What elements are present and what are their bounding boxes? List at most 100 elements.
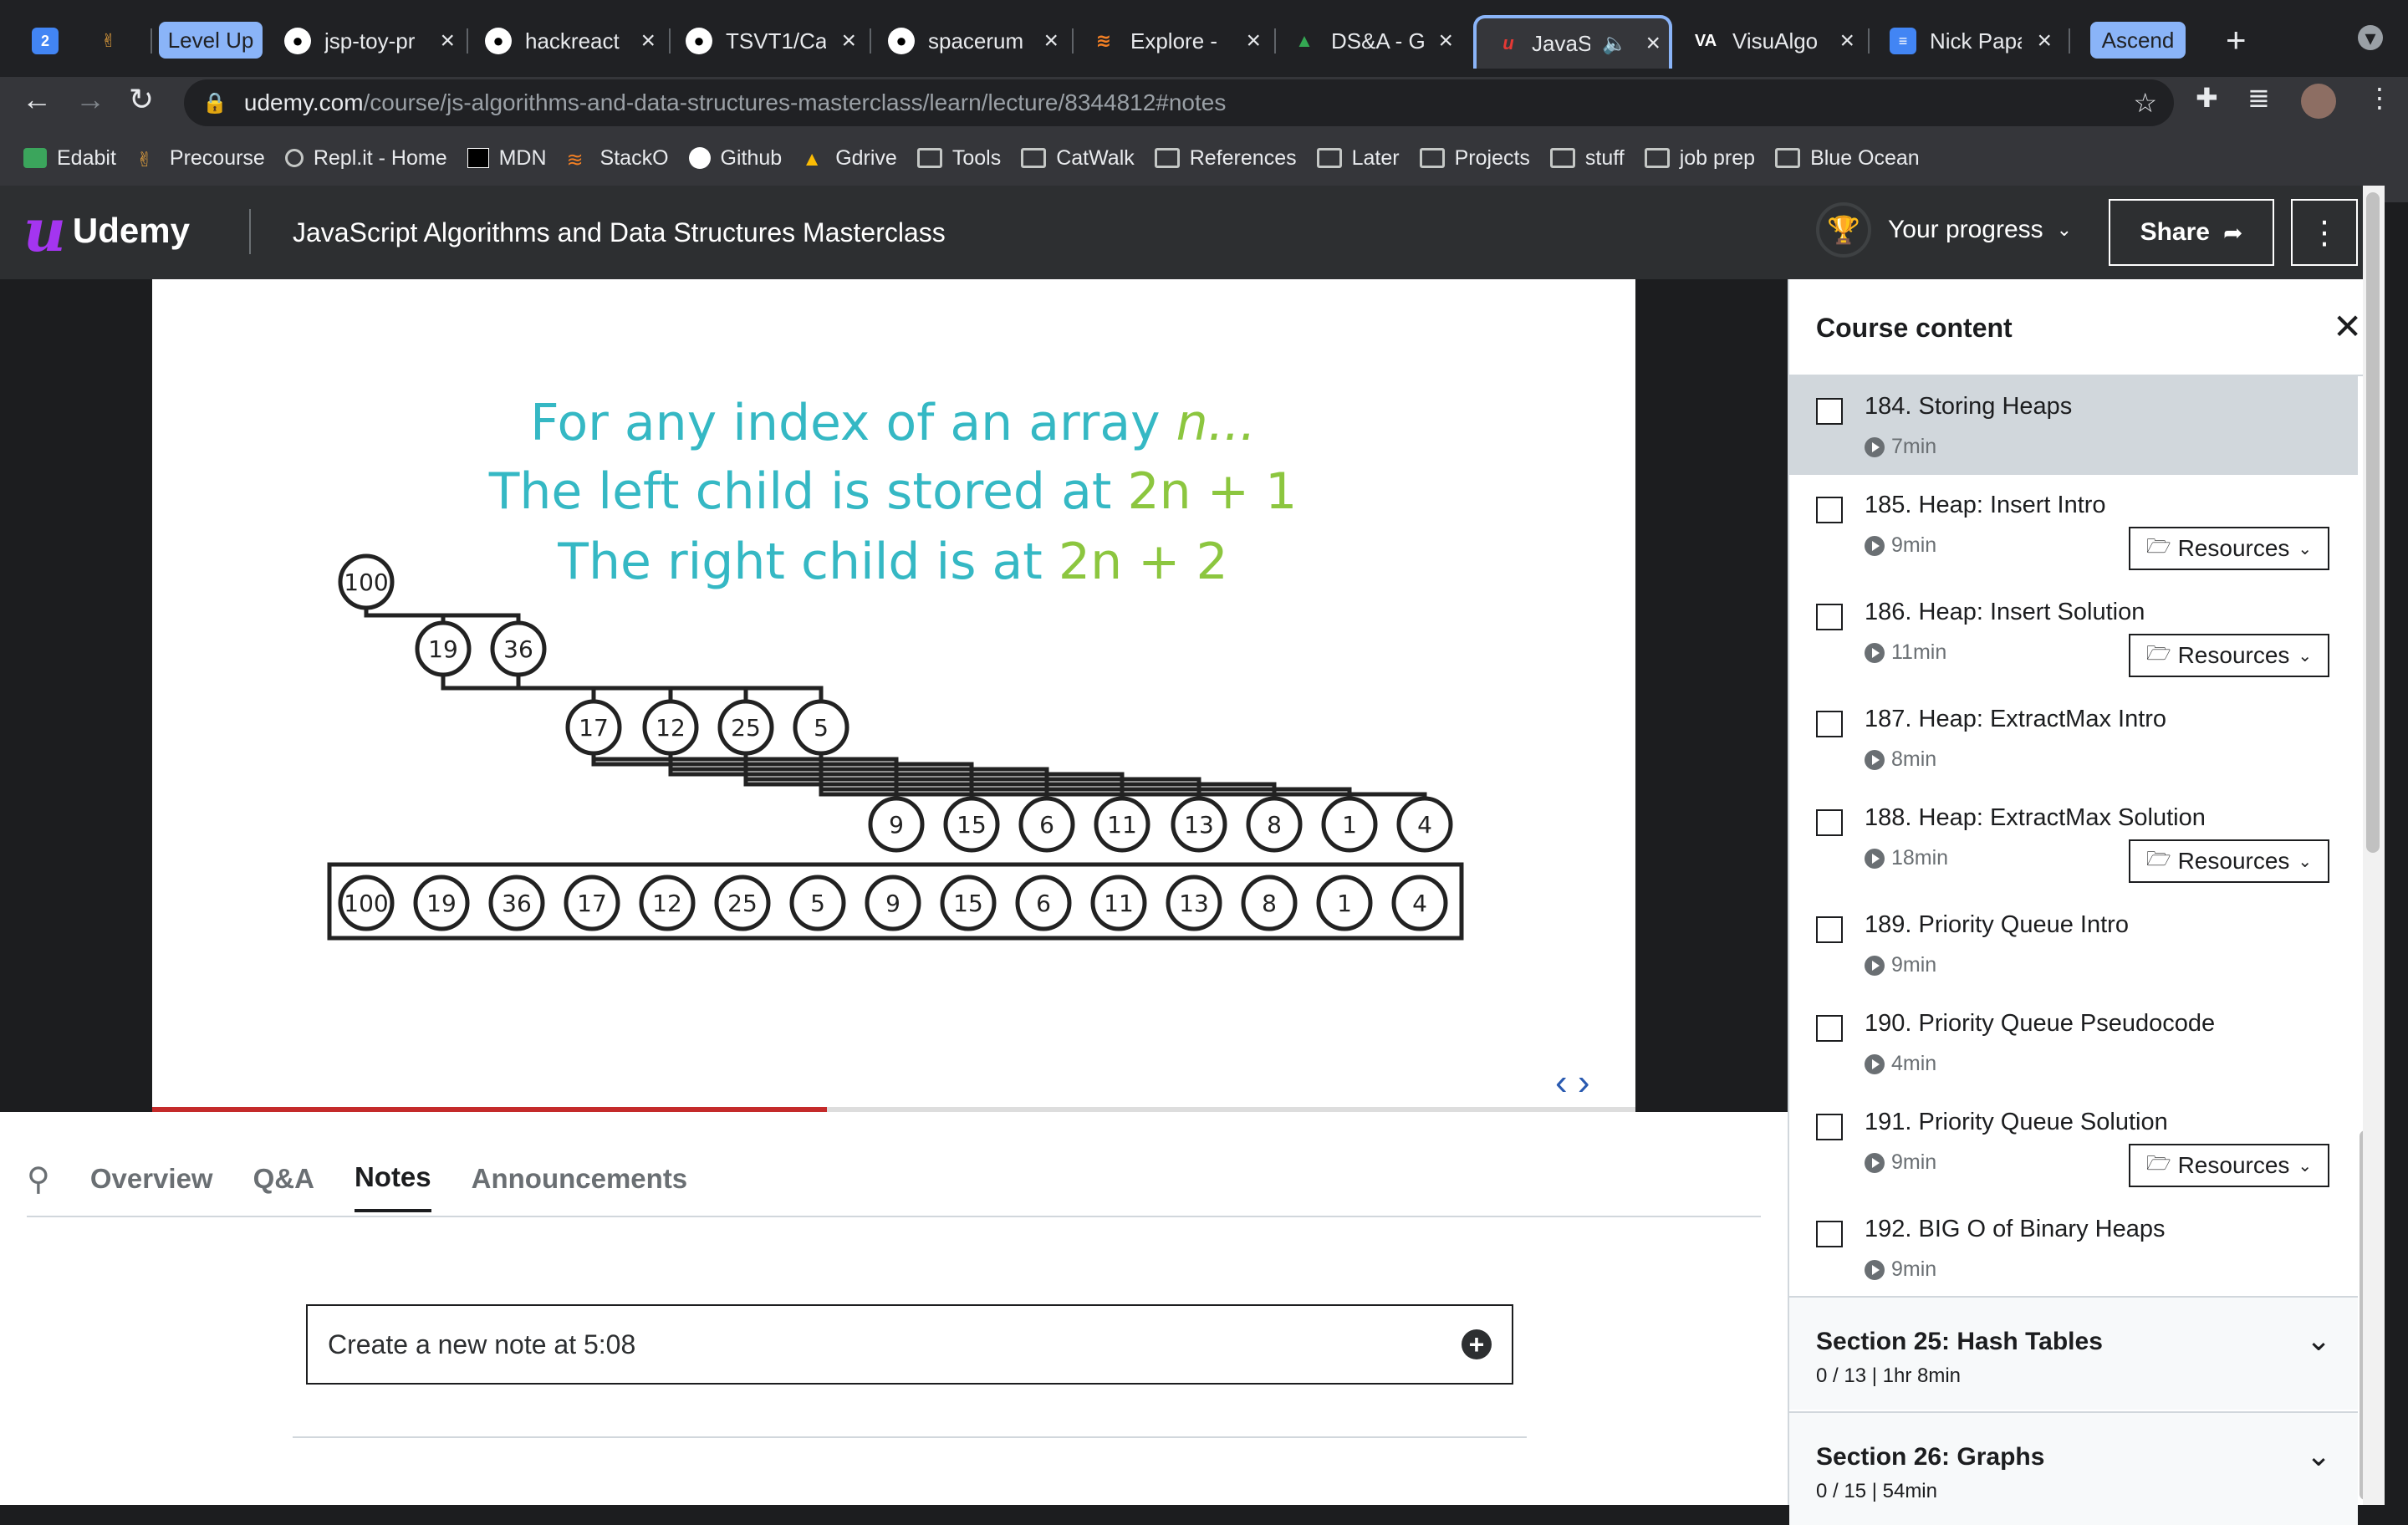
bookmark-github[interactable]: Github xyxy=(688,146,782,171)
add-note-plus-icon[interactable]: + xyxy=(1462,1329,1492,1359)
tab-nick-papa[interactable]: ≡ Nick Papa × xyxy=(1890,15,2057,67)
lesson-item[interactable]: 188. Heap: ExtractMax Solution 18min 🗁 Reso… xyxy=(1789,788,2358,886)
share-button[interactable]: Share ➦ xyxy=(2109,199,2274,266)
tab-calendar[interactable]: 2 xyxy=(32,15,65,67)
bookmark-stacko[interactable]: ≋ StackO xyxy=(567,146,669,172)
tab-visualgo[interactable]: VA VisuAlgo × xyxy=(1692,15,1860,67)
tab-spacerum[interactable]: ● spacerum × xyxy=(888,15,1064,67)
lesson-item[interactable]: 190. Priority Queue Pseudocode 4min xyxy=(1789,993,2358,1092)
tab-group-ascend[interactable]: Ascend xyxy=(2090,22,2186,59)
replit-icon xyxy=(284,149,304,167)
tab-pinned-2[interactable]: ✌ xyxy=(95,15,129,67)
profile-avatar[interactable] xyxy=(2301,84,2336,119)
lesson-item[interactable]: 192. BIG O of Binary Heaps 9min xyxy=(1789,1199,2358,1298)
tab-group-level-up[interactable]: Level Up xyxy=(159,22,263,59)
media-queue-icon[interactable]: ≣ xyxy=(2247,82,2270,114)
search-icon[interactable]: ⚲ xyxy=(27,1145,50,1212)
bookmark-folder-later[interactable]: Later xyxy=(1316,146,1400,171)
play-circle-icon xyxy=(1865,642,1885,663)
tree-node-value: 100 xyxy=(344,569,388,596)
speaker-icon[interactable]: 🔈 xyxy=(1602,32,1627,56)
lesson-checkbox[interactable] xyxy=(1816,398,1843,425)
lesson-item[interactable]: 186. Heap: Insert Solution 11min 🗁 Resource… xyxy=(1789,582,2358,681)
section-meta: 0 / 13 | 1hr 8min xyxy=(1816,1364,1961,1387)
tab-jsp-toy[interactable]: ● jsp-toy-pr × xyxy=(284,15,460,67)
lock-icon: 🔒 xyxy=(202,91,227,115)
tab-hackreact[interactable]: ● hackreact × xyxy=(485,15,661,67)
section-hash-tables[interactable]: Section 25: Hash Tables 0 / 13 | 1hr 8mi… xyxy=(1789,1296,2358,1410)
resources-button[interactable]: 🗁 Resources ⌄ xyxy=(2129,1144,2329,1187)
new-tab-plus-icon[interactable]: + xyxy=(2226,20,2247,60)
lesson-item[interactable]: 187. Heap: ExtractMax Intro 8min xyxy=(1789,689,2358,788)
slide-prev-next-icon[interactable]: ‹ › xyxy=(1555,1062,1590,1104)
address-bar[interactable]: 🔒 udemy.com/course/js-algorithms-and-dat… xyxy=(184,79,2174,126)
bookmark-folder-projects[interactable]: Projects xyxy=(1419,146,1530,171)
tab-javascript-active[interactable]: u JavaS 🔈 × xyxy=(1473,15,1672,69)
close-icon[interactable]: ✕ xyxy=(2333,306,2362,347)
tab-announcements[interactable]: Announcements xyxy=(472,1145,688,1212)
bookmark-edabit[interactable]: Edabit xyxy=(23,146,116,171)
resources-button[interactable]: 🗁 Resources ⌄ xyxy=(2129,634,2329,677)
bookmark-precourse[interactable]: ✌ Precourse xyxy=(136,146,265,172)
tab-tsvt1[interactable]: ● TSVT1/Ca × xyxy=(686,15,861,67)
lesson-checkbox[interactable] xyxy=(1816,916,1843,943)
udemy-logo[interactable]: u Udemy xyxy=(23,201,190,260)
bookmark-star-icon[interactable]: ☆ xyxy=(2133,87,2157,119)
tab-notes[interactable]: Notes xyxy=(354,1145,431,1212)
bookmark-folder-stuff[interactable]: stuff xyxy=(1549,146,1625,171)
course-title[interactable]: JavaScript Algorithms and Data Structure… xyxy=(293,217,946,248)
resources-button[interactable]: 🗁 Resources ⌄ xyxy=(2129,527,2329,570)
forward-arrow-icon[interactable]: → xyxy=(75,82,105,117)
resources-label: Resources xyxy=(2177,642,2290,668)
lesson-checkbox[interactable] xyxy=(1816,809,1843,836)
lesson-item[interactable]: 184. Storing Heaps 7min xyxy=(1789,376,2358,475)
resources-button[interactable]: 🗁 Resources ⌄ xyxy=(2129,839,2329,883)
more-options-icon[interactable]: ⋮ xyxy=(2291,199,2358,266)
bookmark-folder-tools[interactable]: Tools xyxy=(916,145,1002,171)
bookmark-folder-references[interactable]: References xyxy=(1154,146,1297,171)
lesson-checkbox[interactable] xyxy=(1816,497,1843,523)
close-tab-icon[interactable]: × xyxy=(2037,27,2052,55)
back-arrow-icon[interactable]: ← xyxy=(22,82,52,117)
close-tab-icon[interactable]: × xyxy=(1043,27,1059,55)
video-player[interactable]: For any index of an array n... The left … xyxy=(0,279,1788,1112)
bookmark-mdn[interactable]: MDN xyxy=(467,146,547,171)
tab-overview[interactable]: Overview xyxy=(90,1145,213,1212)
create-note-input[interactable]: Create a new note at 5:08 + xyxy=(306,1304,1513,1385)
bookmark-replit[interactable]: Repl.it - Home xyxy=(284,146,447,171)
bookmark-folder-blue-ocean[interactable]: Blue Ocean xyxy=(1775,146,1920,171)
reload-icon[interactable]: ↻ xyxy=(129,82,154,117)
lesson-checkbox[interactable] xyxy=(1816,1114,1843,1140)
tab-explore[interactable]: ≋ Explore - × xyxy=(1090,15,1266,67)
your-progress-button[interactable]: 🏆 Your progress ⌄ xyxy=(1816,202,2072,258)
section-graphs[interactable]: Section 26: Graphs 0 / 15 | 54min ⌄ xyxy=(1789,1411,2358,1525)
lesson-checkbox[interactable] xyxy=(1816,711,1843,737)
page-scrollbar-thumb[interactable] xyxy=(2366,192,2380,853)
close-tab-icon[interactable]: × xyxy=(1246,27,1261,55)
lesson-checkbox[interactable] xyxy=(1816,604,1843,630)
lesson-item[interactable]: 189. Priority Queue Intro 9min xyxy=(1789,895,2358,993)
extensions-puzzle-icon[interactable]: ✚ xyxy=(2196,82,2218,114)
tab-dsa-drive[interactable]: ▲ DS&A - G × xyxy=(1291,15,1458,67)
close-tab-icon[interactable]: × xyxy=(440,27,455,55)
bookmark-label: MDN xyxy=(498,145,547,170)
bookmark-folder-job-prep[interactable]: job prep xyxy=(1644,146,1755,171)
close-tab-icon[interactable]: × xyxy=(640,27,656,55)
lesson-checkbox[interactable] xyxy=(1816,1221,1843,1247)
play-circle-icon xyxy=(1865,535,1885,556)
bookmark-label: Tools xyxy=(951,145,1002,170)
tree-node: 4 xyxy=(1396,796,1453,853)
bookmark-folder-catwalk[interactable]: CatWalk xyxy=(1021,146,1135,171)
close-tab-icon[interactable]: × xyxy=(1645,29,1661,58)
play-circle-icon xyxy=(1865,955,1885,976)
tab-search-chevron-icon[interactable]: ▾ xyxy=(2358,25,2383,50)
lesson-item[interactable]: 191. Priority Queue Solution 9min 🗁 Resourc… xyxy=(1789,1092,2358,1191)
bookmark-gdrive[interactable]: ▲ Gdrive xyxy=(802,146,897,171)
lesson-checkbox[interactable] xyxy=(1816,1015,1843,1042)
lesson-item[interactable]: 185. Heap: Insert Intro 9min 🗁 Resources ⌄ xyxy=(1789,475,2358,574)
close-tab-icon[interactable]: × xyxy=(1438,27,1453,55)
close-tab-icon[interactable]: × xyxy=(1839,27,1854,55)
tab-qa[interactable]: Q&A xyxy=(253,1145,314,1212)
close-tab-icon[interactable]: × xyxy=(841,27,856,55)
browser-menu-icon[interactable]: ⋮ xyxy=(2366,82,2393,114)
